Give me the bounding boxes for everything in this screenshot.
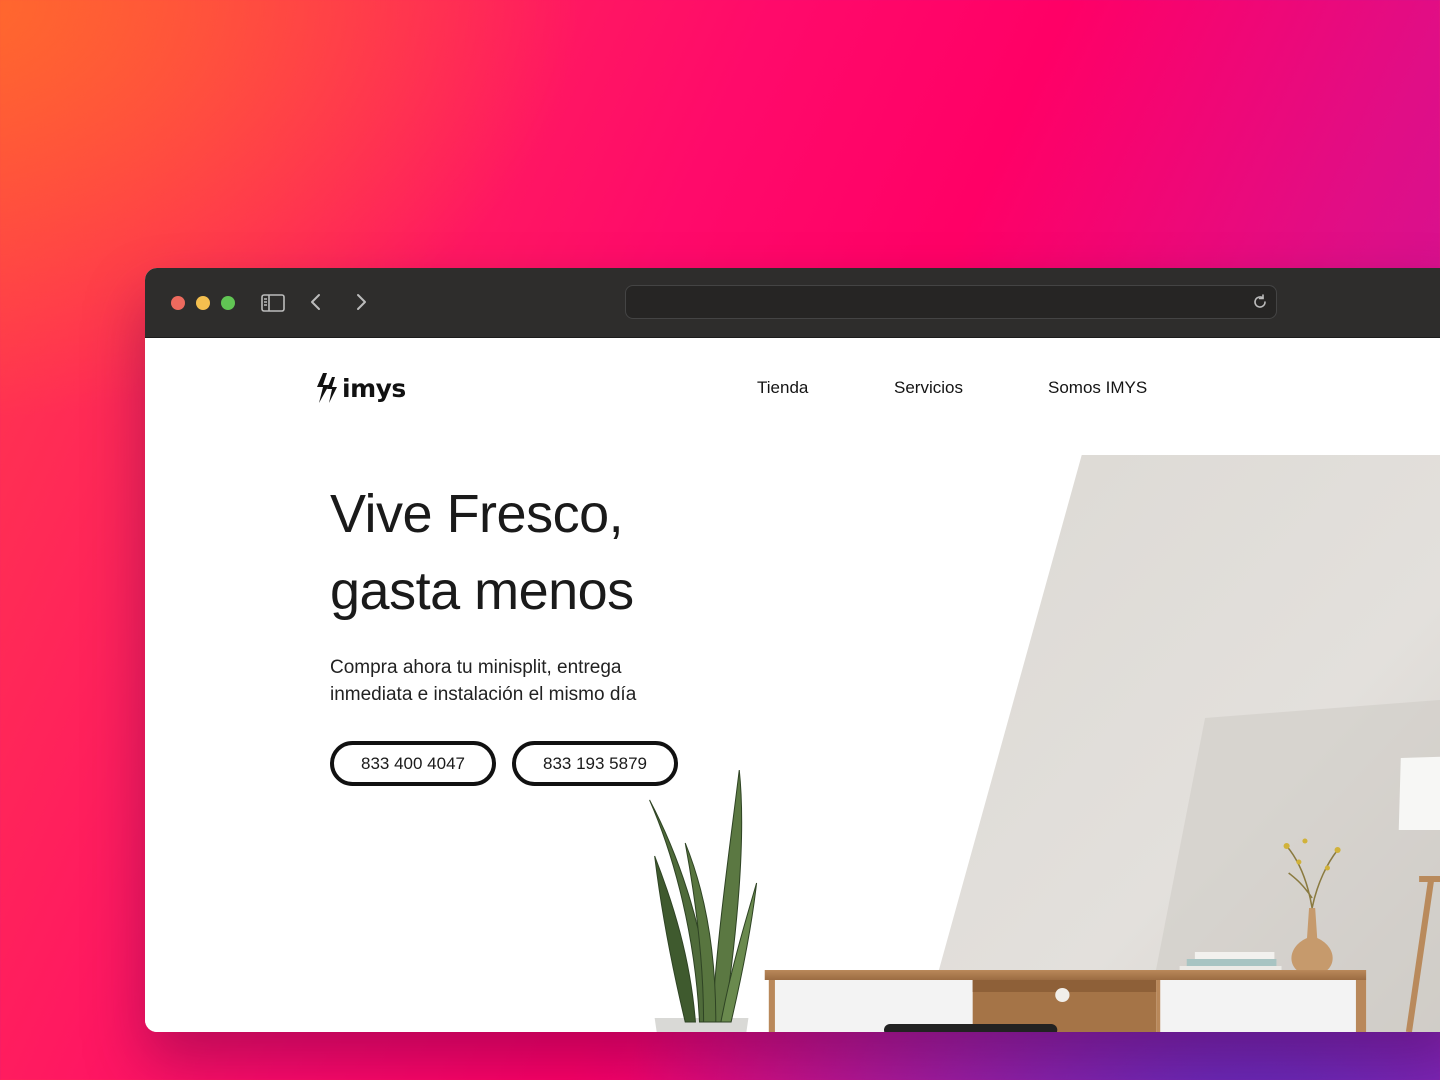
web-page: imys Tienda Servicios Somos IMYS Vive Fr… — [145, 338, 1440, 1032]
hero-title-line1: Vive Fresco, — [330, 484, 624, 544]
sidebar-icon[interactable] — [260, 290, 286, 316]
hero-title-line2: gasta menos — [330, 561, 634, 621]
hero-subtitle-line1: Compra ahora tu minisplit, entrega — [330, 657, 622, 678]
address-bar[interactable] — [625, 285, 1277, 319]
phone-button-2[interactable]: 833 193 5879 — [512, 741, 678, 786]
back-icon[interactable] — [303, 290, 329, 316]
nav-tienda[interactable]: Tienda — [757, 378, 808, 398]
bolt-logo-icon — [317, 373, 337, 403]
reload-icon[interactable] — [1251, 293, 1269, 311]
minimize-window-button[interactable] — [196, 296, 210, 310]
zoom-window-button[interactable] — [221, 296, 235, 310]
hero-subtitle-line2: inmediata e instalación el mismo día — [330, 684, 637, 705]
phone-button-1[interactable]: 833 400 4047 — [330, 741, 496, 786]
hero-title: Vive Fresco, gasta menos — [330, 476, 634, 630]
browser-window: imys Tienda Servicios Somos IMYS Vive Fr… — [145, 268, 1440, 1032]
browser-titlebar — [145, 268, 1440, 338]
site-logo[interactable]: imys — [315, 372, 406, 404]
nav-servicios[interactable]: Servicios — [894, 378, 963, 398]
close-window-button[interactable] — [171, 296, 185, 310]
nav-somos-imys[interactable]: Somos IMYS — [1048, 378, 1147, 398]
hero-subtitle: Compra ahora tu minisplit, entrega inmed… — [330, 654, 710, 708]
logo-wordmark: imys — [342, 373, 406, 403]
forward-icon[interactable] — [348, 290, 374, 316]
